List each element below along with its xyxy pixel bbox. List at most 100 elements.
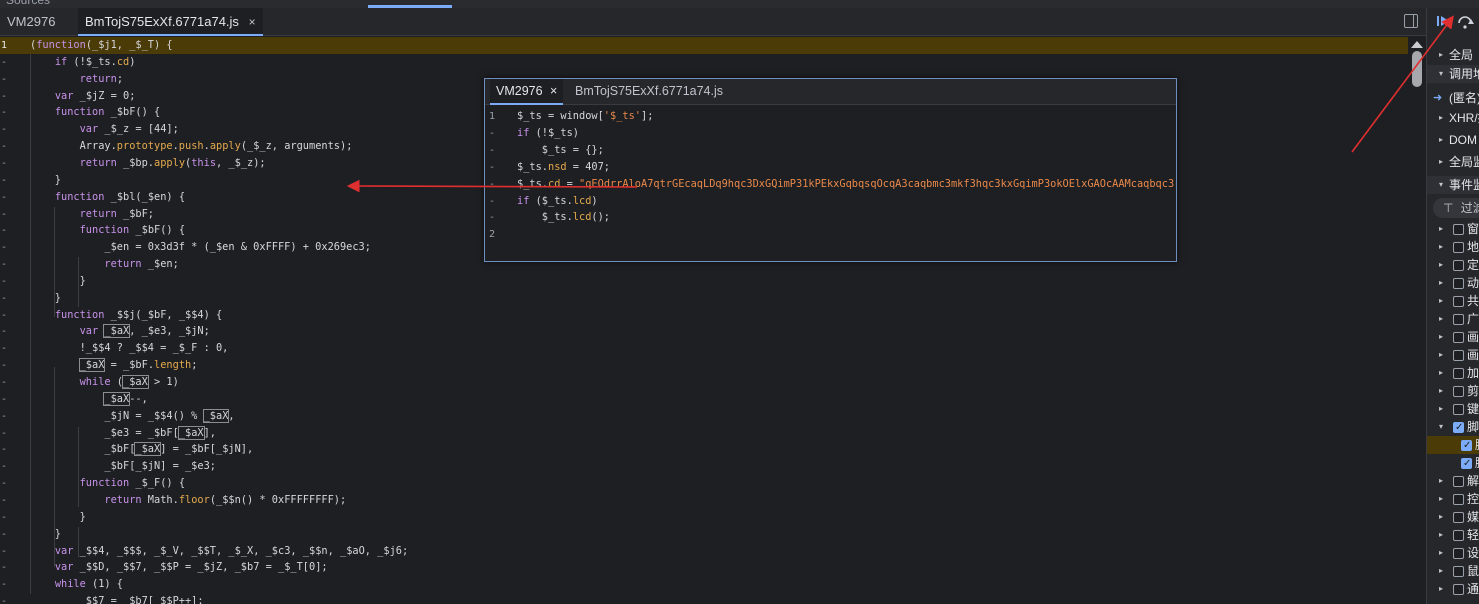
event-breakpoint-item[interactable]: ▸ 窗口 <box>1427 220 1479 238</box>
checkbox[interactable] <box>1453 584 1464 595</box>
code-line[interactable]: - _$bF[_$jN] = _$e3; <box>0 458 1408 475</box>
code-line[interactable]: - _$aX--, <box>0 391 1408 408</box>
code-line[interactable]: - while (_$aX > 1) <box>0 374 1408 391</box>
scrollbar-thumb[interactable] <box>1412 51 1422 87</box>
line-number[interactable]: 1 <box>489 108 495 125</box>
line-number[interactable]: - <box>0 256 22 273</box>
code-line[interactable]: - _$bF[_$aX] = _$bF[_$jN], <box>0 441 1408 458</box>
chevron-right-icon[interactable]: ▸ <box>1439 382 1443 400</box>
popup-code-line[interactable]: - $_ts.lcd(); <box>485 209 1176 226</box>
scroll-up-icon[interactable] <box>1411 41 1423 48</box>
checkbox[interactable] <box>1453 260 1464 271</box>
chevron-right-icon[interactable]: ▸ <box>1439 238 1443 256</box>
line-number[interactable]: - <box>0 425 22 442</box>
chevron-right-icon[interactable]: ▸ <box>1439 364 1443 382</box>
line-number[interactable]: - <box>489 125 495 142</box>
code-line[interactable]: - _$jN = _$$4() % _$aX, <box>0 408 1408 425</box>
line-number[interactable]: - <box>0 138 22 155</box>
event-breakpoint-item[interactable]: ▸ 加载 <box>1427 364 1479 382</box>
event-breakpoint-item[interactable]: ▸ 轻触 <box>1427 526 1479 544</box>
code-line[interactable]: - } <box>0 290 1408 307</box>
event-breakpoint-item[interactable]: ▸ 通知 <box>1427 580 1479 598</box>
chevron-right-icon[interactable]: ▸ <box>1439 400 1443 418</box>
line-number[interactable]: - <box>0 172 22 189</box>
popup-code-line[interactable]: 2 <box>485 226 1176 243</box>
chevron-right-icon[interactable]: ▸ <box>1439 274 1443 292</box>
event-breakpoint-item[interactable]: ▸ 画布 <box>1427 328 1479 346</box>
line-number[interactable]: - <box>0 374 22 391</box>
chevron-right-icon[interactable]: ▸ <box>1439 292 1443 310</box>
line-number[interactable]: - <box>0 121 22 138</box>
checkbox[interactable] <box>1453 566 1464 577</box>
checkbox[interactable] <box>1453 419 1464 437</box>
line-number[interactable]: - <box>0 340 22 357</box>
line-number[interactable]: 2 <box>489 226 495 243</box>
code-line[interactable]: - function _$_F() { <box>0 475 1408 492</box>
line-number[interactable]: - <box>0 189 22 206</box>
checkbox[interactable] <box>1453 476 1464 487</box>
line-number[interactable]: - <box>0 273 22 290</box>
checkbox[interactable] <box>1453 548 1464 559</box>
line-number[interactable]: - <box>0 206 22 223</box>
line-number[interactable]: - <box>489 209 495 226</box>
event-breakpoint-item[interactable]: 脚本首次语句 <box>1427 436 1479 455</box>
event-breakpoint-item[interactable]: ▸ 动画 <box>1427 274 1479 292</box>
checkbox[interactable] <box>1453 368 1464 379</box>
line-number[interactable]: - <box>0 222 22 239</box>
line-number[interactable]: - <box>0 441 22 458</box>
checkbox[interactable] <box>1453 350 1464 361</box>
event-breakpoint-item[interactable]: ▸ 共享 <box>1427 292 1479 310</box>
popup-tab-vm2976[interactable]: VM2976 × <box>490 79 564 105</box>
code-line[interactable]: - return Math.floor(_$$n() * 0xFFFFFFFF)… <box>0 492 1408 509</box>
line-number[interactable]: - <box>0 88 22 105</box>
line-number[interactable]: - <box>489 159 495 176</box>
popup-code-line[interactable]: - $_ts.cd = "qEOdrrAloA7qtrGEcaqLDq9hqc3D… <box>485 176 1176 193</box>
code-line[interactable]: - function _$$j(_$bF, _$$4) { <box>0 307 1408 324</box>
event-breakpoint-item[interactable]: ▸ 控制 <box>1427 490 1479 508</box>
line-number[interactable]: 1 <box>0 37 22 54</box>
checkbox[interactable] <box>1453 386 1464 397</box>
line-number[interactable]: - <box>0 543 22 560</box>
line-number[interactable]: - <box>0 391 22 408</box>
checkbox[interactable] <box>1461 437 1472 455</box>
event-breakpoint-item[interactable]: ▸ 设备 <box>1427 544 1479 562</box>
line-number[interactable]: - <box>0 323 22 340</box>
sidebar-section[interactable]: ▸ XHR/提取断点 <box>1427 109 1479 127</box>
code-line[interactable]: - var _$aX, _$e3, _$jN; <box>0 323 1408 340</box>
event-breakpoint-item[interactable]: ▸ 地理位置 <box>1427 238 1479 256</box>
chevron-down-icon[interactable]: ▾ <box>1439 418 1443 436</box>
tab-vm2976[interactable]: VM2976 <box>0 8 62 36</box>
code-line[interactable]: - _$$7 = _$b7[_$$P++]; <box>0 593 1408 604</box>
popup-code-line[interactable]: 1 $_ts = window['$_ts']; <box>485 108 1176 125</box>
event-breakpoint-item[interactable]: ▸ 画中画 <box>1427 346 1479 364</box>
toggle-sidebar-icon[interactable] <box>1404 14 1418 28</box>
event-breakpoint-item[interactable]: ▾ 脚本 <box>1427 418 1479 437</box>
line-number[interactable]: - <box>0 526 22 543</box>
code-line[interactable]: - _$e3 = _$bF[_$aX], <box>0 425 1408 442</box>
line-number[interactable]: - <box>0 458 22 475</box>
close-icon[interactable]: × <box>249 15 256 29</box>
line-number[interactable]: - <box>489 176 495 193</box>
line-number[interactable]: - <box>0 307 22 324</box>
event-breakpoint-item[interactable]: ▸ 鼠标 <box>1427 562 1479 580</box>
chevron-right-icon[interactable]: ▸ <box>1439 328 1443 346</box>
checkbox[interactable] <box>1453 512 1464 523</box>
line-number[interactable]: - <box>0 492 22 509</box>
filter-input[interactable]: ⊤ 过滤 <box>1433 198 1479 218</box>
sidebar-section[interactable]: ▸ 全局监听器 <box>1427 153 1479 171</box>
checkbox[interactable] <box>1453 332 1464 343</box>
chevron-right-icon[interactable]: ▸ <box>1439 508 1443 526</box>
chevron-right-icon[interactable]: ▸ <box>1439 562 1443 580</box>
chevron-right-icon[interactable]: ▸ <box>1439 346 1443 364</box>
chevron-right-icon[interactable]: ▸ <box>1439 526 1443 544</box>
sidebar-section[interactable]: ▸ 全局 <box>1427 46 1479 64</box>
line-number[interactable]: - <box>0 559 22 576</box>
resume-icon[interactable] <box>1437 16 1449 26</box>
line-number[interactable]: - <box>0 54 22 71</box>
line-number[interactable]: - <box>0 71 22 88</box>
popup-code-line[interactable]: - if (!$_ts) <box>485 125 1176 142</box>
line-number[interactable]: - <box>0 593 22 604</box>
checkbox[interactable] <box>1453 242 1464 253</box>
code-line[interactable]: 1 (function(_$j1, _$_T) { <box>0 37 1408 54</box>
code-line[interactable]: - } <box>0 273 1408 290</box>
